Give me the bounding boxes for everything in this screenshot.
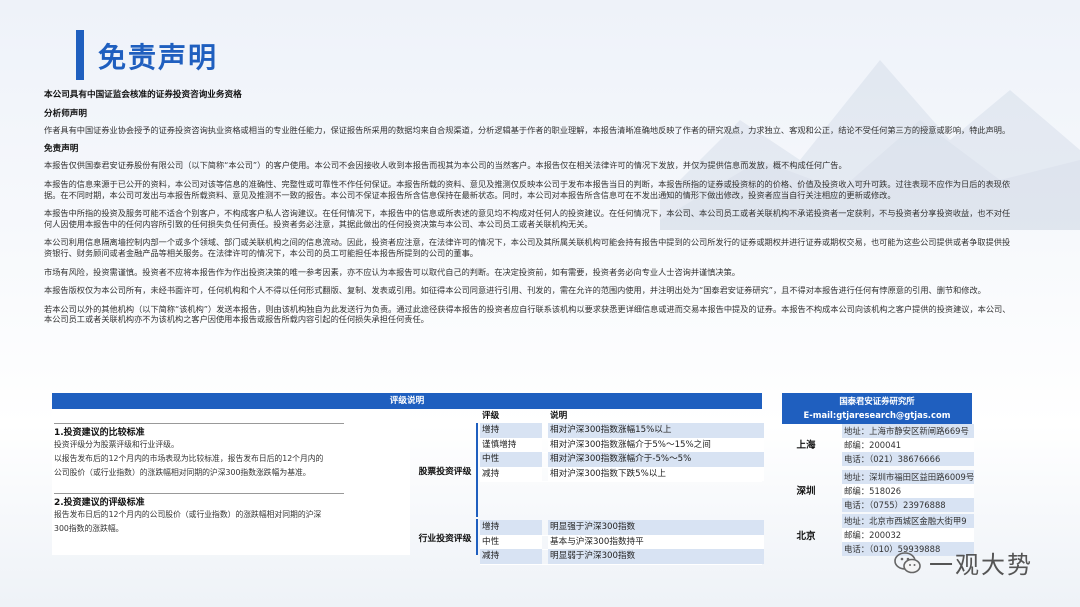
watermark: 一观大势 <box>893 545 1033 580</box>
desc-cell: 相对沪深300指数下跌5%以上 <box>548 466 764 481</box>
contact-panel: 国泰君安证券研究所 E-mail:gtjaresearch@gtjas.com … <box>782 393 975 556</box>
comparison-standard-title: 1.投资建议的比较标准 <box>54 428 145 438</box>
disclaimer-paragraph: 本报告中所指的投资及服务可能不适合个别客户，不构成客户私人咨询建议。在任何情况下… <box>44 208 1011 229</box>
analyst-text: 作者具有中国证券业协会授予的证券投资咨询执业资格或相当的专业胜任能力，保证报告所… <box>44 125 1011 136</box>
institute-name: 国泰君安证券研究所 <box>839 396 915 406</box>
qualification-heading: 本公司具有中国证监会核准的证券投资咨询业务资格 <box>44 90 242 100</box>
rating-cell: 增持 <box>480 520 542 535</box>
industry-rating-label: 行业投资评级 <box>414 519 478 555</box>
rating-standard: 2.投资建议的评级标准 报告发布日后的12个月内的公司股价（或行业指数）的涨跌幅… <box>54 493 344 536</box>
desc-cell: 相对沪深300指数涨幅介于5%～15%之间 <box>548 437 764 452</box>
rating-table-title: 评级说明 <box>52 393 762 409</box>
rating-grid: 评级 说明 股票投资评级 行业投资评级 增持 相对沪深300指数涨幅15%以上 谨… <box>414 409 764 565</box>
desc-cell: 明显强于沪深300指数 <box>548 520 764 535</box>
table-row: 谨慎增持 相对沪深300指数涨幅介于5%～15%之间 <box>480 437 764 453</box>
contact-email[interactable]: E-mail:gtjaresearch@gtjas.com <box>782 408 972 422</box>
watermark-text: 一观大势 <box>929 551 1033 579</box>
rating-cell: 谨慎增持 <box>480 437 542 452</box>
phone: 电话：（021）38676666 <box>842 452 974 466</box>
rating-cell: 中性 <box>480 534 542 549</box>
col-rating-header: 评级 <box>482 411 500 421</box>
city-shanghai: 上海 <box>796 440 816 451</box>
analyst-heading: 分析师声明 <box>44 108 87 119</box>
rating-standard-title: 2.投资建议的评级标准 <box>54 498 145 508</box>
table-row: 中性 基本与沪深300指数持平 <box>480 534 764 550</box>
stock-rating-label: 股票投资评级 <box>414 423 478 517</box>
rating-table: 评级说明 1.投资建议的比较标准 投资评级分为股票评级和行业评级。 以报告发布后… <box>52 393 764 565</box>
table-row: 减持 相对沪深300指数下跌5%以上 <box>480 466 764 482</box>
title-accent-bar <box>76 30 84 80</box>
zip: 邮编：200041 <box>842 438 974 452</box>
wechat-icon <box>894 551 921 573</box>
criteria-line: 公司股价（或行业指数）的涨跌幅相对同期的沪深300指数涨跌幅为基准。 <box>54 468 311 477</box>
city-beijing: 北京 <box>796 531 816 542</box>
rating-cell: 减持 <box>480 466 542 481</box>
desc-cell: 明显弱于沪深300指数 <box>548 549 764 564</box>
page-title: 免责声明 <box>98 41 219 74</box>
disclaimer-heading: 免责声明 <box>44 143 79 154</box>
disclaimer-paragraph: 本报告版权仅为本公司所有，未经书面许可，任何机构和个人不得以任何形式翻版、复制、… <box>44 285 986 296</box>
rating-cell: 减持 <box>480 549 542 564</box>
table-row: 增持 明显强于沪深300指数 <box>480 520 764 536</box>
zip: 邮编：518026 <box>842 484 974 498</box>
city-shenzhen: 深圳 <box>796 486 816 497</box>
desc-cell: 相对沪深300指数涨幅介于-5%～5% <box>548 452 764 467</box>
rating-criteria: 1.投资建议的比较标准 投资评级分为股票评级和行业评级。 以报告发布后的12个月… <box>52 409 410 555</box>
disclaimer-paragraph: 若本公司以外的其他机构（以下简称“该机构”）发送本报告，则由该机构独自为此发送行… <box>44 303 1011 325</box>
criteria-line: 报告发布日后的12个月内的公司股价（或行业指数）的涨跌幅相对同期的沪深 <box>54 510 322 519</box>
comparison-standard: 1.投资建议的比较标准 投资评级分为股票评级和行业评级。 以报告发布后的12个月… <box>54 423 344 480</box>
table-row: 增持 相对沪深300指数涨幅15%以上 <box>480 423 764 439</box>
criteria-line: 300指数的涨跌幅。 <box>54 524 124 533</box>
col-desc-header: 说明 <box>550 411 568 421</box>
address: 地址：北京市西城区金融大街甲9 <box>842 514 974 528</box>
zip: 邮编：200032 <box>842 528 974 542</box>
criteria-line: 投资评级分为股票评级和行业评级。 <box>54 440 179 449</box>
address: 地址：上海市静安区新闸路669号 <box>842 424 974 438</box>
phone: 电话：（0755）23976888 <box>842 498 974 512</box>
disclaimer-paragraph: 本公司利用信息隔离墙控制内部一个或多个领域、部门或关联机构之间的信息流动。因此，… <box>44 237 1011 258</box>
table-row: 减持 明显弱于沪深300指数 <box>480 549 764 565</box>
criteria-line: 以报告发布后的12个月内的市场表现为比较标准，报告发布日后的12个月内的 <box>54 454 324 463</box>
table-row: 中性 相对沪深300指数涨幅介于-5%～5% <box>480 452 764 468</box>
desc-cell: 基本与沪深300指数持平 <box>548 534 764 549</box>
rating-cell: 中性 <box>480 452 542 467</box>
disclaimer-paragraph: 本报告仅供国泰君安证券股份有限公司（以下简称“本公司”）的客户使用。本公司不会因… <box>44 160 847 171</box>
desc-cell: 相对沪深300指数涨幅15%以上 <box>548 423 764 438</box>
rating-cell: 增持 <box>480 423 542 438</box>
disclaimer-paragraph: 市场有风险，投资需谨慎。投资者不应将本报告作为作出投资决策的唯一参考因素，亦不应… <box>44 266 740 277</box>
contact-header: 国泰君安证券研究所 E-mail:gtjaresearch@gtjas.com <box>782 393 972 424</box>
address: 地址：深圳市福田区益田路6009号 <box>842 470 975 484</box>
disclaimer-body: 本公司具有中国证监会核准的证券投资咨询业务资格 分析师声明 作者具有中国证券业协… <box>44 90 1016 330</box>
disclaimer-paragraph: 本报告的信息来源于已公开的资料，本公司对该等信息的准确性、完整性或可靠性不作任何… <box>44 178 1011 200</box>
